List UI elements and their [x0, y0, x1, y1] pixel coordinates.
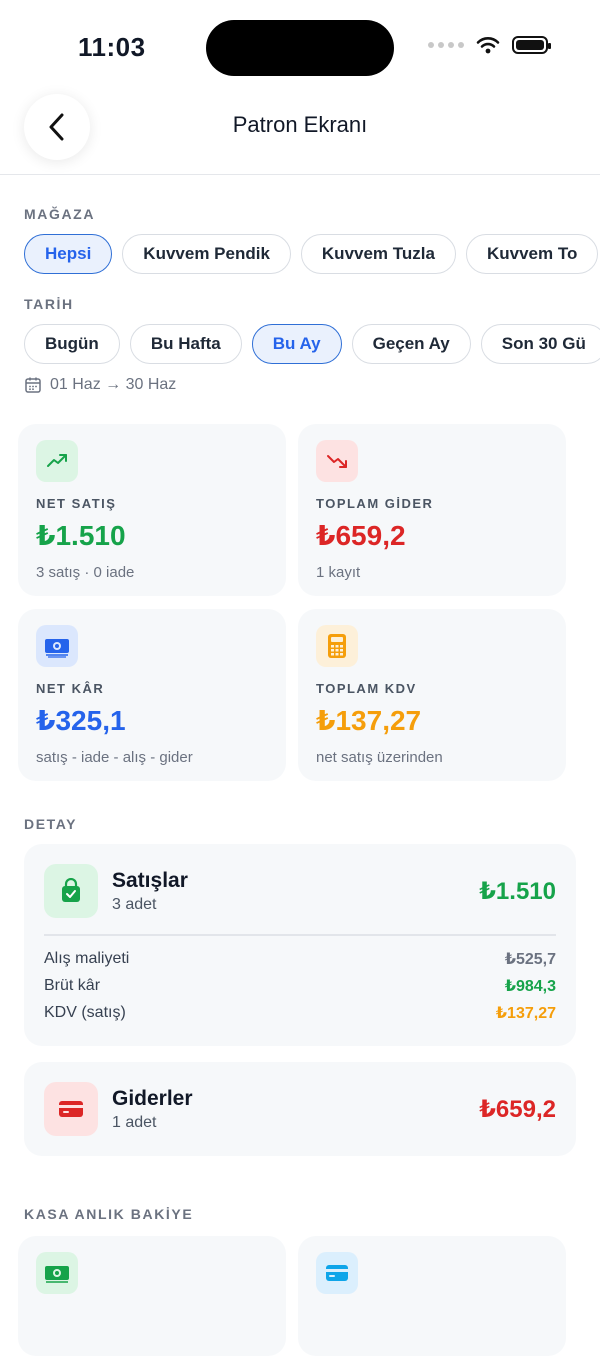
store-chip-all[interactable]: Hepsi — [24, 234, 113, 274]
cash-balance-card[interactable] — [18, 1236, 286, 1356]
net-sales-card[interactable]: NET SATIŞ ₺1.510 3 satış · 0 iade — [18, 424, 286, 596]
shopping-bag-icon — [44, 864, 98, 918]
divider — [44, 934, 556, 936]
gross-profit-label: Brüt kâr — [44, 977, 101, 994]
sales-vat-label: KDV (satış) — [44, 1004, 126, 1021]
signal-icon — [428, 42, 464, 48]
status-icons — [428, 36, 551, 54]
card-balance-card[interactable] — [298, 1236, 566, 1356]
trending-down-icon — [316, 440, 358, 482]
cash-section-label: KASA ANLIK BAKİYE — [24, 1206, 194, 1222]
total-vat-sub: net satış üzerinden — [316, 749, 443, 766]
expenses-title: Giderler — [112, 1086, 193, 1110]
status-time: 11:03 — [78, 32, 146, 62]
total-vat-value: ₺137,27 — [316, 705, 422, 736]
banknote-icon — [36, 1252, 78, 1294]
store-chip-tuzla[interactable]: Kuvvem Tuzla — [300, 234, 456, 274]
calendar-icon — [25, 377, 41, 393]
nav-bar: Patron Ekranı — [0, 92, 600, 175]
sales-count: 3 adet — [112, 895, 157, 913]
expenses-detail-card[interactable]: Giderler 1 adet ₺659,2 — [24, 1062, 576, 1156]
purchase-cost-label: Alış maliyeti — [44, 950, 130, 967]
date-chip-this-month[interactable]: Bu Ay — [251, 324, 342, 364]
battery-icon — [512, 36, 551, 54]
total-expense-value: ₺659,2 — [316, 520, 406, 551]
gross-profit-row: Brüt kâr ₺984,3 — [44, 973, 556, 1000]
sales-detail-header: Satışlar 3 adet ₺1.510 — [44, 864, 556, 918]
purchase-cost-value: ₺525,7 — [504, 951, 556, 968]
store-section-label: MAĞAZA — [24, 206, 96, 222]
gross-profit-value: ₺984,3 — [504, 978, 556, 995]
date-chip-today[interactable]: Bugün — [24, 324, 120, 364]
credit-card-icon — [44, 1082, 98, 1136]
total-vat-label: TOPLAM KDV — [316, 681, 417, 696]
sales-detail-card[interactable]: Satışlar 3 adet ₺1.510 Alış maliyeti ₺52… — [24, 844, 576, 1046]
status-bar: 11:03 — [0, 0, 600, 96]
net-profit-label: NET KÂR — [36, 681, 105, 696]
store-chip-pendik[interactable]: Kuvvem Pendik — [122, 234, 291, 274]
total-expense-sub: 1 kayıt — [316, 564, 361, 581]
detail-section-label: DETAY — [24, 816, 78, 832]
date-chip-this-week[interactable]: Bu Hafta — [129, 324, 242, 364]
date-chips: Bugün Bu Hafta Bu Ay Geçen Ay Son 30 Gü — [24, 324, 600, 364]
store-chips: Hepsi Kuvvem Pendik Kuvvem Tuzla Kuvvem … — [24, 234, 599, 274]
sales-vat-value: ₺137,27 — [495, 1005, 556, 1022]
store-chip-to[interactable]: Kuvvem To — [465, 234, 599, 274]
dynamic-island — [206, 20, 394, 76]
date-chip-last-month[interactable]: Geçen Ay — [351, 324, 471, 364]
page-title: Patron Ekranı — [232, 112, 368, 137]
trending-up-icon — [36, 440, 78, 482]
credit-card-icon — [316, 1252, 358, 1294]
calculator-icon — [316, 625, 358, 667]
sales-value: ₺1.510 — [479, 877, 556, 905]
date-range-text: 01 Haz → 30 Haz — [50, 376, 177, 393]
total-expense-label: TOPLAM GİDER — [316, 496, 434, 511]
wifi-icon — [476, 37, 500, 54]
date-chip-last-30-days[interactable]: Son 30 Gü — [480, 324, 600, 364]
total-vat-card[interactable]: TOPLAM KDV ₺137,27 net satış üzerinden — [298, 609, 566, 781]
sales-vat-row: KDV (satış) ₺137,27 — [44, 1000, 556, 1027]
date-range: 01 Haz → 30 Haz — [24, 376, 176, 394]
purchase-cost-row: Alış maliyeti ₺525,7 — [44, 946, 556, 973]
net-sales-sub: 3 satış · 0 iade — [36, 564, 135, 581]
expenses-value: ₺659,2 — [479, 1095, 556, 1123]
total-expense-card[interactable]: TOPLAM GİDER ₺659,2 1 kayıt — [298, 424, 566, 596]
net-profit-value: ₺325,1 — [36, 705, 126, 736]
banknote-icon — [36, 625, 78, 667]
net-sales-value: ₺1.510 — [36, 520, 126, 551]
sales-title: Satışlar — [112, 868, 188, 892]
expenses-count: 1 adet — [112, 1113, 157, 1131]
expenses-detail-header: Giderler 1 adet ₺659,2 — [44, 1082, 556, 1136]
net-sales-label: NET SATIŞ — [36, 496, 117, 511]
net-profit-card[interactable]: NET KÂR ₺325,1 satış - iade - alış - gid… — [18, 609, 286, 781]
net-profit-sub: satış - iade - alış - gider — [36, 749, 193, 766]
date-section-label: TARİH — [24, 296, 74, 312]
